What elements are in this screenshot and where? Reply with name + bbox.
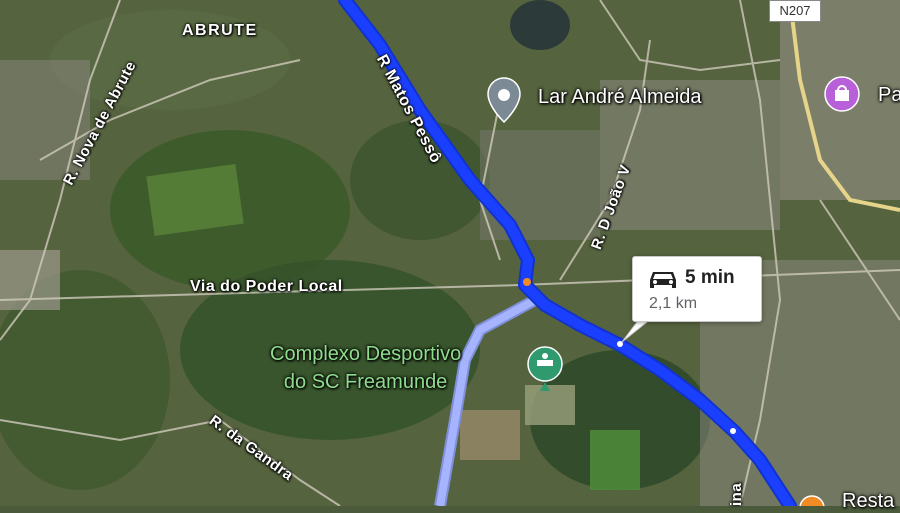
poi-label-complexo-line2: do SC Freamunde bbox=[283, 371, 448, 393]
map-canvas[interactable] bbox=[0, 0, 900, 506]
street-label-via-poder-local: Via do Poder Local bbox=[190, 278, 343, 295]
traffic-marker bbox=[523, 278, 531, 286]
route-duration: 5 min bbox=[685, 267, 735, 288]
route-info-callout[interactable]: 5 min 2,1 km bbox=[632, 256, 762, 322]
poi-label-partial-bottom[interactable]: Resta bbox=[842, 490, 894, 513]
area-label: ABRUTE bbox=[182, 22, 258, 39]
poi-label-lar-andre[interactable]: Lar André Almeida bbox=[538, 86, 701, 109]
poi-label-complexo[interactable]: Complexo Desportivo do SC Freamunde bbox=[270, 340, 461, 396]
street-label-partial: ina bbox=[728, 482, 745, 506]
road-shield: N207 bbox=[769, 0, 821, 22]
route-distance: 2,1 km bbox=[649, 295, 698, 312]
poi-label-complexo-line1: Complexo Desportivo bbox=[270, 343, 462, 365]
poi-label-partial[interactable]: Pa bbox=[878, 84, 900, 107]
shopping-icon[interactable] bbox=[824, 76, 860, 112]
route-waypoint bbox=[730, 428, 736, 434]
car-icon bbox=[650, 272, 676, 288]
